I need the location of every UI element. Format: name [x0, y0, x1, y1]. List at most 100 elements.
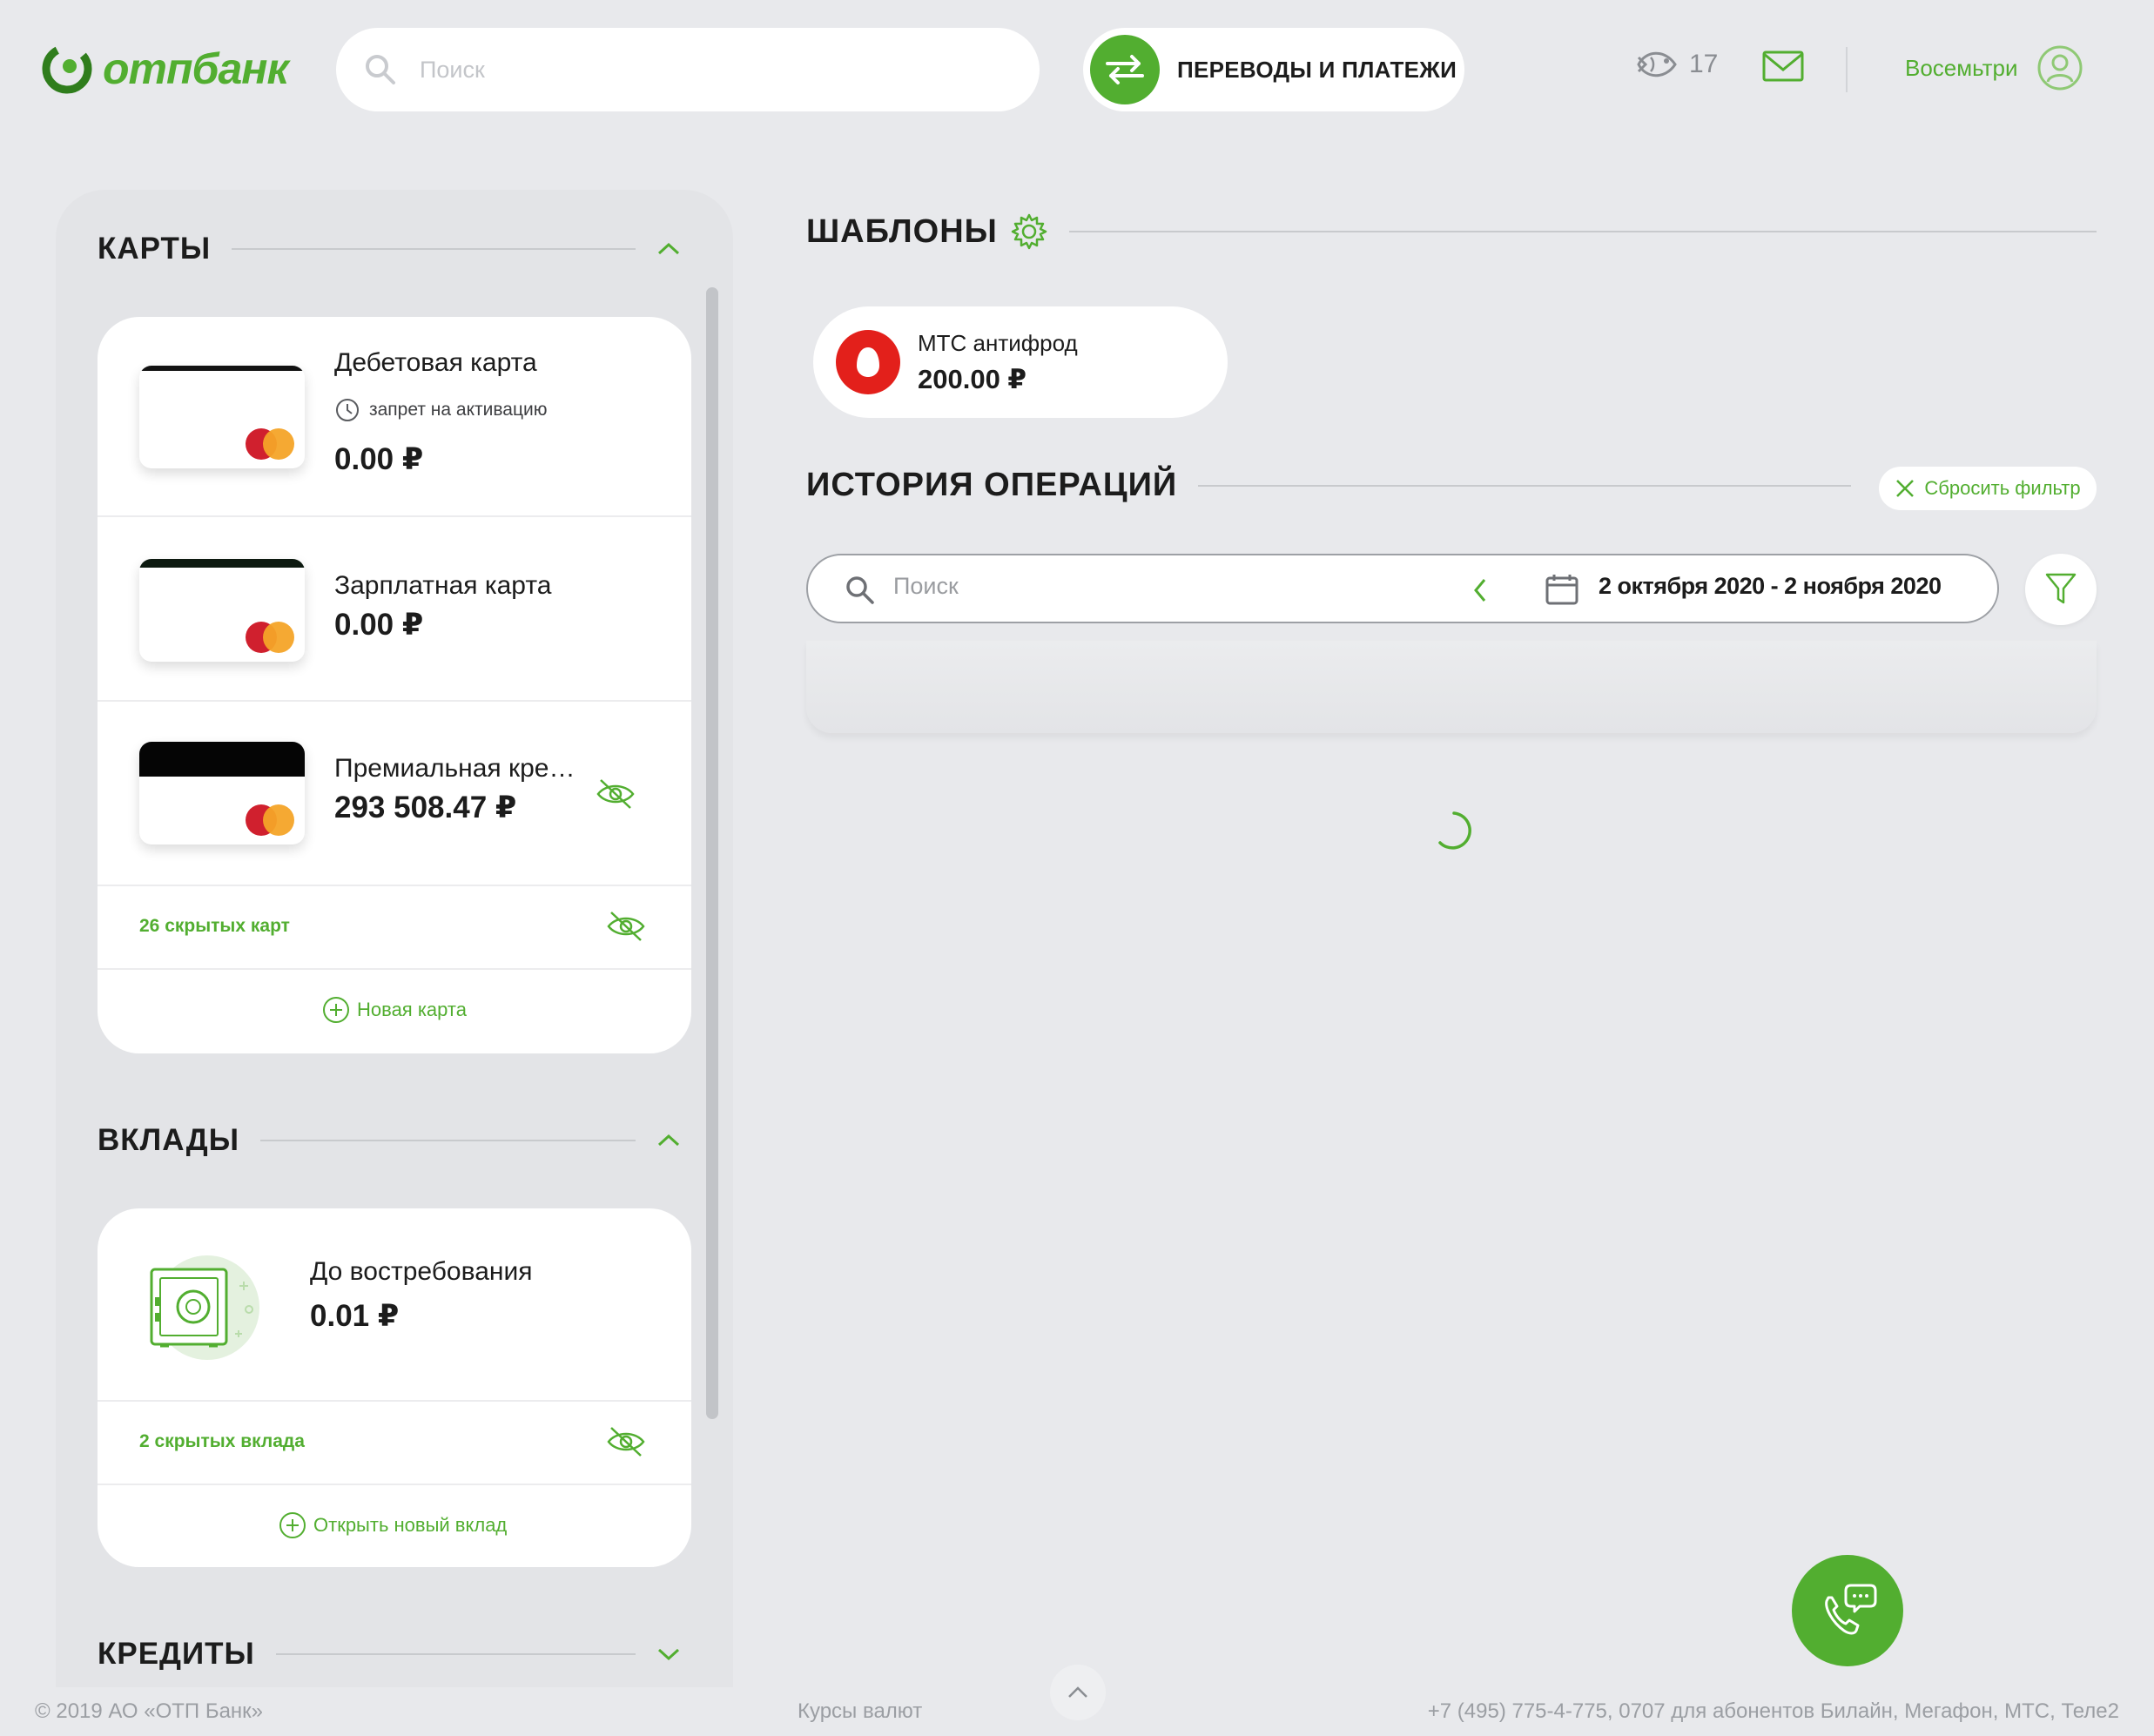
cards-section-header[interactable]: КАРТЫ — [98, 232, 681, 266]
avatar-icon — [2037, 45, 2083, 91]
templates-title: ШАБЛОНЫ — [806, 212, 998, 250]
phone-chat-icon — [1825, 1584, 1877, 1635]
card-name: Зарплатная карта — [334, 571, 552, 600]
plus-circle-icon — [279, 1512, 306, 1538]
hidden-deposits-row[interactable]: 2 скрытых вклада — [98, 1402, 691, 1485]
card-name: Премиальная кре… — [334, 754, 576, 783]
section-divider — [232, 248, 636, 250]
card-image — [139, 742, 305, 844]
user-name: Восемьтри — [1905, 54, 2018, 81]
section-divider — [1068, 231, 2097, 232]
card-status: запрет на активацию — [334, 397, 547, 423]
search-icon — [846, 576, 874, 604]
scroll-up-button[interactable] — [1050, 1665, 1106, 1720]
open-deposit-label: Открыть новый вклад — [313, 1514, 508, 1536]
mastercard-icon — [246, 622, 294, 653]
deposit-item[interactable]: До востребования 0.01 ₽ — [98, 1208, 691, 1402]
logo-text: отпбанк — [103, 44, 289, 93]
section-divider — [1198, 484, 1851, 487]
clock-icon — [336, 399, 359, 421]
new-card-link: Новая карта — [322, 996, 467, 1024]
section-divider — [259, 1140, 636, 1141]
history-search-placeholder: Поиск — [893, 573, 959, 599]
hidden-cards-link: 26 скрытых карт — [139, 916, 290, 936]
gear-icon[interactable] — [1010, 212, 1048, 251]
safe-icon — [150, 1255, 259, 1360]
transfer-icon — [1090, 35, 1160, 104]
transfers-label: ПЕРЕВОДЫ И ПЛАТЕЖИ — [1177, 56, 1457, 83]
template-name: МТС антифрод — [918, 329, 1078, 356]
reset-filter-label: Сбросить фильтр — [1924, 477, 2081, 499]
mastercard-icon — [246, 428, 294, 460]
calendar-icon[interactable] — [1545, 573, 1579, 606]
filter-icon — [2045, 573, 2077, 604]
card-item-premium-credit[interactable]: Премиальная кре… 293 508.47 ₽ — [98, 702, 691, 886]
messages-button[interactable] — [1762, 50, 1804, 82]
deposit-name: До востребования — [310, 1257, 533, 1286]
card-item-salary[interactable]: Зарплатная карта 0.00 ₽ — [98, 517, 691, 702]
hide-eye-icon[interactable] — [596, 777, 636, 811]
otp-logo-icon — [42, 44, 92, 94]
chevron-up-icon — [1068, 1686, 1087, 1698]
close-icon — [1896, 480, 1915, 497]
chevron-up-icon[interactable] — [656, 1132, 681, 1149]
mastercard-icon — [246, 804, 294, 836]
chevron-down-icon[interactable] — [656, 1645, 681, 1663]
user-profile-button[interactable]: Восемьтри — [1905, 45, 2083, 91]
bonus-count: 17 — [1689, 50, 1719, 78]
hidden-deposits-link: 2 скрытых вклада — [139, 1431, 305, 1451]
history-header: ИСТОРИЯ ОПЕРАЦИЙ — [806, 467, 1851, 504]
card-status-text: запрет на активацию — [369, 400, 548, 420]
deposits-list: До востребования 0.01 ₽ 2 скрытых вклада… — [98, 1208, 691, 1567]
credits-section-title: КРЕДИТЫ — [98, 1637, 255, 1671]
section-divider — [275, 1653, 636, 1655]
card-balance: 0.00 ₽ — [334, 608, 424, 642]
hidden-eye-icon — [607, 1427, 645, 1457]
card-item-debit[interactable]: Дебетовая карта запрет на активацию 0.00… — [98, 317, 691, 517]
mail-icon — [1762, 50, 1804, 82]
reset-filter-button[interactable]: Сбросить фильтр — [1879, 467, 2097, 510]
new-card-label: Новая карта — [357, 999, 467, 1020]
header-divider — [1846, 47, 1848, 92]
card-image — [139, 366, 305, 468]
open-deposit-link: Открыть новый вклад — [279, 1511, 507, 1539]
chevron-up-icon[interactable] — [656, 240, 681, 258]
deposits-section-title: ВКЛАДЫ — [98, 1123, 239, 1157]
new-card-button[interactable]: Новая карта — [98, 970, 691, 1052]
date-range[interactable]: 2 октября 2020 - 2 ноября 2020 — [1599, 573, 1942, 600]
card-balance: 0.00 ₽ — [334, 442, 424, 476]
loading-spinner-icon — [1438, 811, 1471, 850]
fish-icon — [1637, 51, 1677, 77]
history-title: ИСТОРИЯ ОПЕРАЦИЙ — [806, 467, 1178, 503]
template-item-mts[interactable]: МТС антифрод 200.00 ₽ — [813, 306, 1228, 418]
otp-logo[interactable]: отпбанк — [42, 40, 289, 98]
footer-copyright: © 2019 АО «ОТП Банк» — [35, 1699, 264, 1723]
cards-list: Дебетовая карта запрет на активацию 0.00… — [98, 317, 691, 1053]
card-balance: 293 508.47 ₽ — [334, 791, 517, 824]
filter-button[interactable] — [2025, 554, 2097, 625]
search-placeholder: Поиск — [420, 56, 485, 83]
hidden-cards-row[interactable]: 26 скрытых карт — [98, 886, 691, 970]
global-search-input[interactable]: Поиск — [336, 28, 1040, 111]
deposits-section-header[interactable]: ВКЛАДЫ — [98, 1123, 681, 1158]
card-image — [139, 559, 305, 662]
history-list-placeholder — [806, 641, 2097, 733]
card-name: Дебетовая карта — [334, 348, 537, 377]
hidden-eye-icon — [607, 912, 645, 941]
template-amount: 200.00 ₽ — [918, 363, 1027, 394]
mts-logo-icon — [836, 330, 900, 394]
transfers-payments-button[interactable]: ПЕРЕВОДЫ И ПЛАТЕЖИ — [1083, 28, 1464, 111]
footer-rates-link[interactable]: Курсы валют — [798, 1699, 922, 1724]
history-search-bar[interactable]: Поиск 2 октября 2020 - 2 ноября 2020 — [806, 554, 1999, 623]
search-icon — [366, 55, 395, 84]
products-scrollbar[interactable] — [706, 287, 718, 1419]
templates-header: ШАБЛОНЫ — [806, 212, 2097, 251]
bonus-fish-button[interactable]: 17 — [1635, 45, 1718, 84]
call-chat-button[interactable] — [1792, 1555, 1903, 1666]
deposit-balance: 0.01 ₽ — [310, 1299, 400, 1333]
plus-circle-icon — [323, 997, 349, 1023]
chevron-left-icon[interactable] — [1471, 576, 1489, 604]
open-deposit-button[interactable]: Открыть новый вклад — [98, 1485, 691, 1567]
credits-section-header[interactable]: КРЕДИТЫ — [98, 1637, 681, 1672]
cards-section-title: КАРТЫ — [98, 232, 212, 266]
